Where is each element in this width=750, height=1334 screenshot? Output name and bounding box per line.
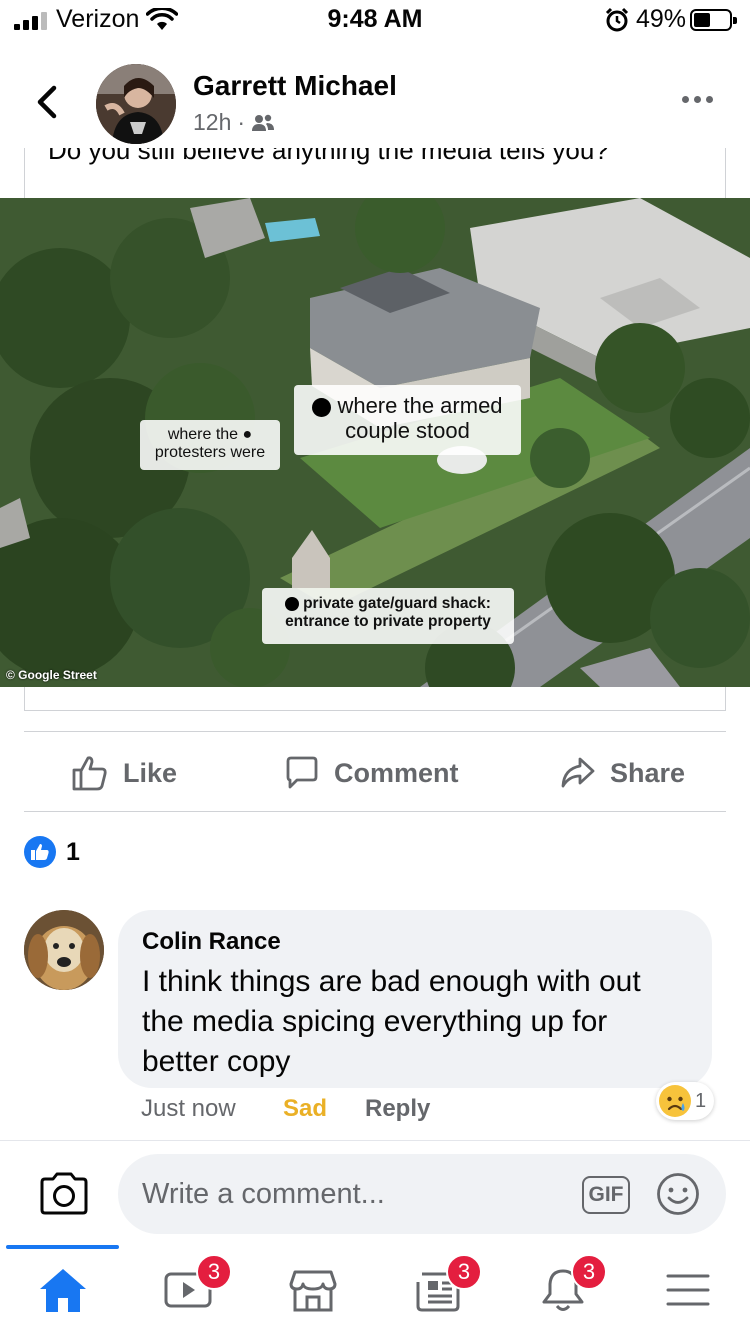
comment-reaction-badge[interactable]: 1: [656, 1082, 715, 1120]
reaction-count: 1: [66, 837, 80, 866]
tab-news[interactable]: 3: [408, 1254, 482, 1316]
notifications-badge: 3: [571, 1254, 607, 1290]
comment-actions: Just now Sad Reply: [141, 1095, 430, 1123]
author-avatar[interactable]: [96, 64, 176, 144]
label-armed-couple: where the armed couple stood: [294, 385, 521, 455]
share-button[interactable]: Share: [560, 750, 685, 796]
battery-icon: [690, 9, 737, 31]
comment-time: Just now: [141, 1095, 236, 1122]
home-icon: [40, 1269, 86, 1312]
reaction-summary[interactable]: 1: [24, 836, 80, 868]
like-label: Like: [123, 757, 178, 788]
friends-icon: [252, 114, 275, 131]
comment-label: Comment: [334, 757, 459, 788]
status-bar: Verizon 9:48 AM 49%: [0, 0, 750, 40]
back-icon[interactable]: [28, 82, 68, 122]
hamburger-menu-icon: [666, 1274, 710, 1306]
emoji-icon[interactable]: [656, 1172, 700, 1216]
news-badge: 3: [446, 1254, 482, 1290]
comment-text: I think things are bad enough with out t…: [142, 965, 641, 1078]
comment-input[interactable]: Write a comment...: [118, 1154, 726, 1234]
meta-separator: ·: [237, 109, 246, 135]
comment-bubble[interactable]: Colin Rance I think things are bad enoug…: [118, 910, 712, 1088]
divider: [24, 731, 726, 732]
more-options-icon[interactable]: [682, 96, 713, 103]
comment-button[interactable]: Comment: [284, 750, 459, 796]
tab-home[interactable]: [33, 1266, 93, 1316]
tab-marketplace[interactable]: [283, 1266, 343, 1316]
alarm-icon: [605, 7, 629, 32]
comment-reply-button[interactable]: Reply: [365, 1095, 430, 1123]
comment-input-placeholder: Write a comment...: [142, 1177, 385, 1210]
like-button[interactable]: Like: [71, 750, 177, 796]
share-label: Share: [610, 757, 686, 788]
comment-author[interactable]: Colin Rance: [142, 928, 688, 956]
tab-watch[interactable]: 3: [158, 1254, 232, 1316]
commenter-avatar[interactable]: [24, 910, 104, 990]
post-time: 12h: [193, 109, 232, 135]
sad-face-icon: [659, 1085, 691, 1117]
comment-icon: [286, 756, 318, 789]
active-tab-indicator: [6, 1245, 119, 1249]
like-reaction-icon: [24, 836, 56, 868]
aerial-photo[interactable]: where the ● protesters were where the ar…: [0, 198, 750, 687]
share-icon: [561, 757, 595, 788]
thumbs-up-icon: [72, 756, 107, 791]
tab-menu[interactable]: [658, 1266, 718, 1316]
label-protesters: where the ● protesters were: [140, 420, 280, 470]
comment-sad-reaction-button[interactable]: Sad: [283, 1095, 365, 1123]
post-meta: 12h ·: [193, 109, 275, 136]
watch-badge: 3: [196, 1254, 232, 1290]
marker-dot: [285, 596, 300, 611]
marketplace-icon: [289, 1270, 337, 1312]
battery-percent: 49%: [636, 5, 687, 33]
bottom-tab-bar: [0, 1246, 750, 1334]
divider: [24, 811, 726, 812]
camera-icon[interactable]: [38, 1172, 90, 1216]
gif-button[interactable]: GIF: [582, 1176, 630, 1214]
label-gate: private gate/guard shack: entrance to pr…: [262, 588, 514, 644]
tab-notifications[interactable]: 3: [533, 1254, 607, 1316]
image-credit: © Google Street: [6, 668, 97, 682]
marker-dot: [312, 397, 332, 417]
comment-reaction-count: 1: [695, 1089, 707, 1112]
shared-post-text: Do you still believe anything the media …: [48, 148, 609, 165]
post-author[interactable]: Garrett Michael: [193, 70, 397, 102]
